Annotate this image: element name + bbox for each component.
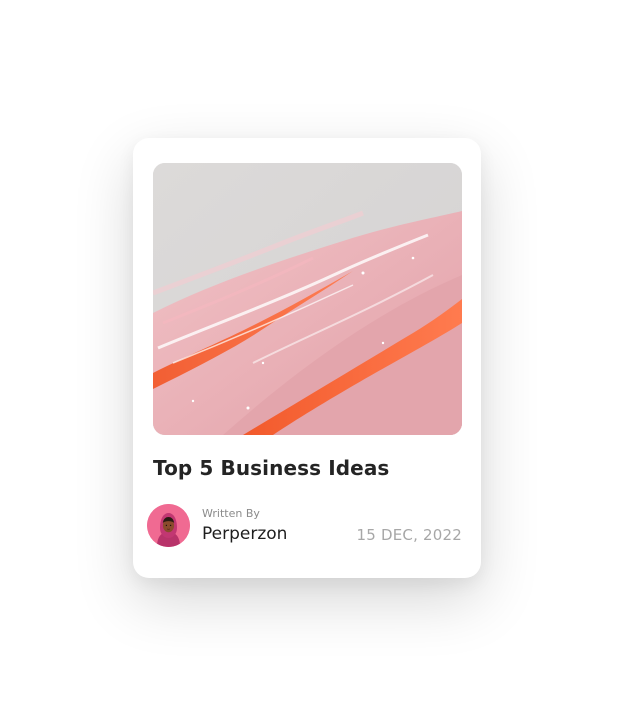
author-text: Written By Perperzon	[202, 507, 287, 545]
post-title[interactable]: Top 5 Business Ideas	[153, 456, 389, 480]
page: Top 5 Business Ideas Written By Perperzo…	[0, 0, 617, 721]
cover-image	[153, 163, 462, 435]
user-avatar-icon	[147, 504, 190, 547]
author-name[interactable]: Perperzon	[202, 523, 287, 545]
post-date: 15 DEC, 2022	[356, 526, 462, 544]
blog-card[interactable]: Top 5 Business Ideas Written By Perperzo…	[133, 138, 481, 578]
avatar[interactable]	[147, 504, 190, 547]
written-by-label: Written By	[202, 506, 260, 520]
author-info: Written By Perperzon	[147, 504, 287, 547]
